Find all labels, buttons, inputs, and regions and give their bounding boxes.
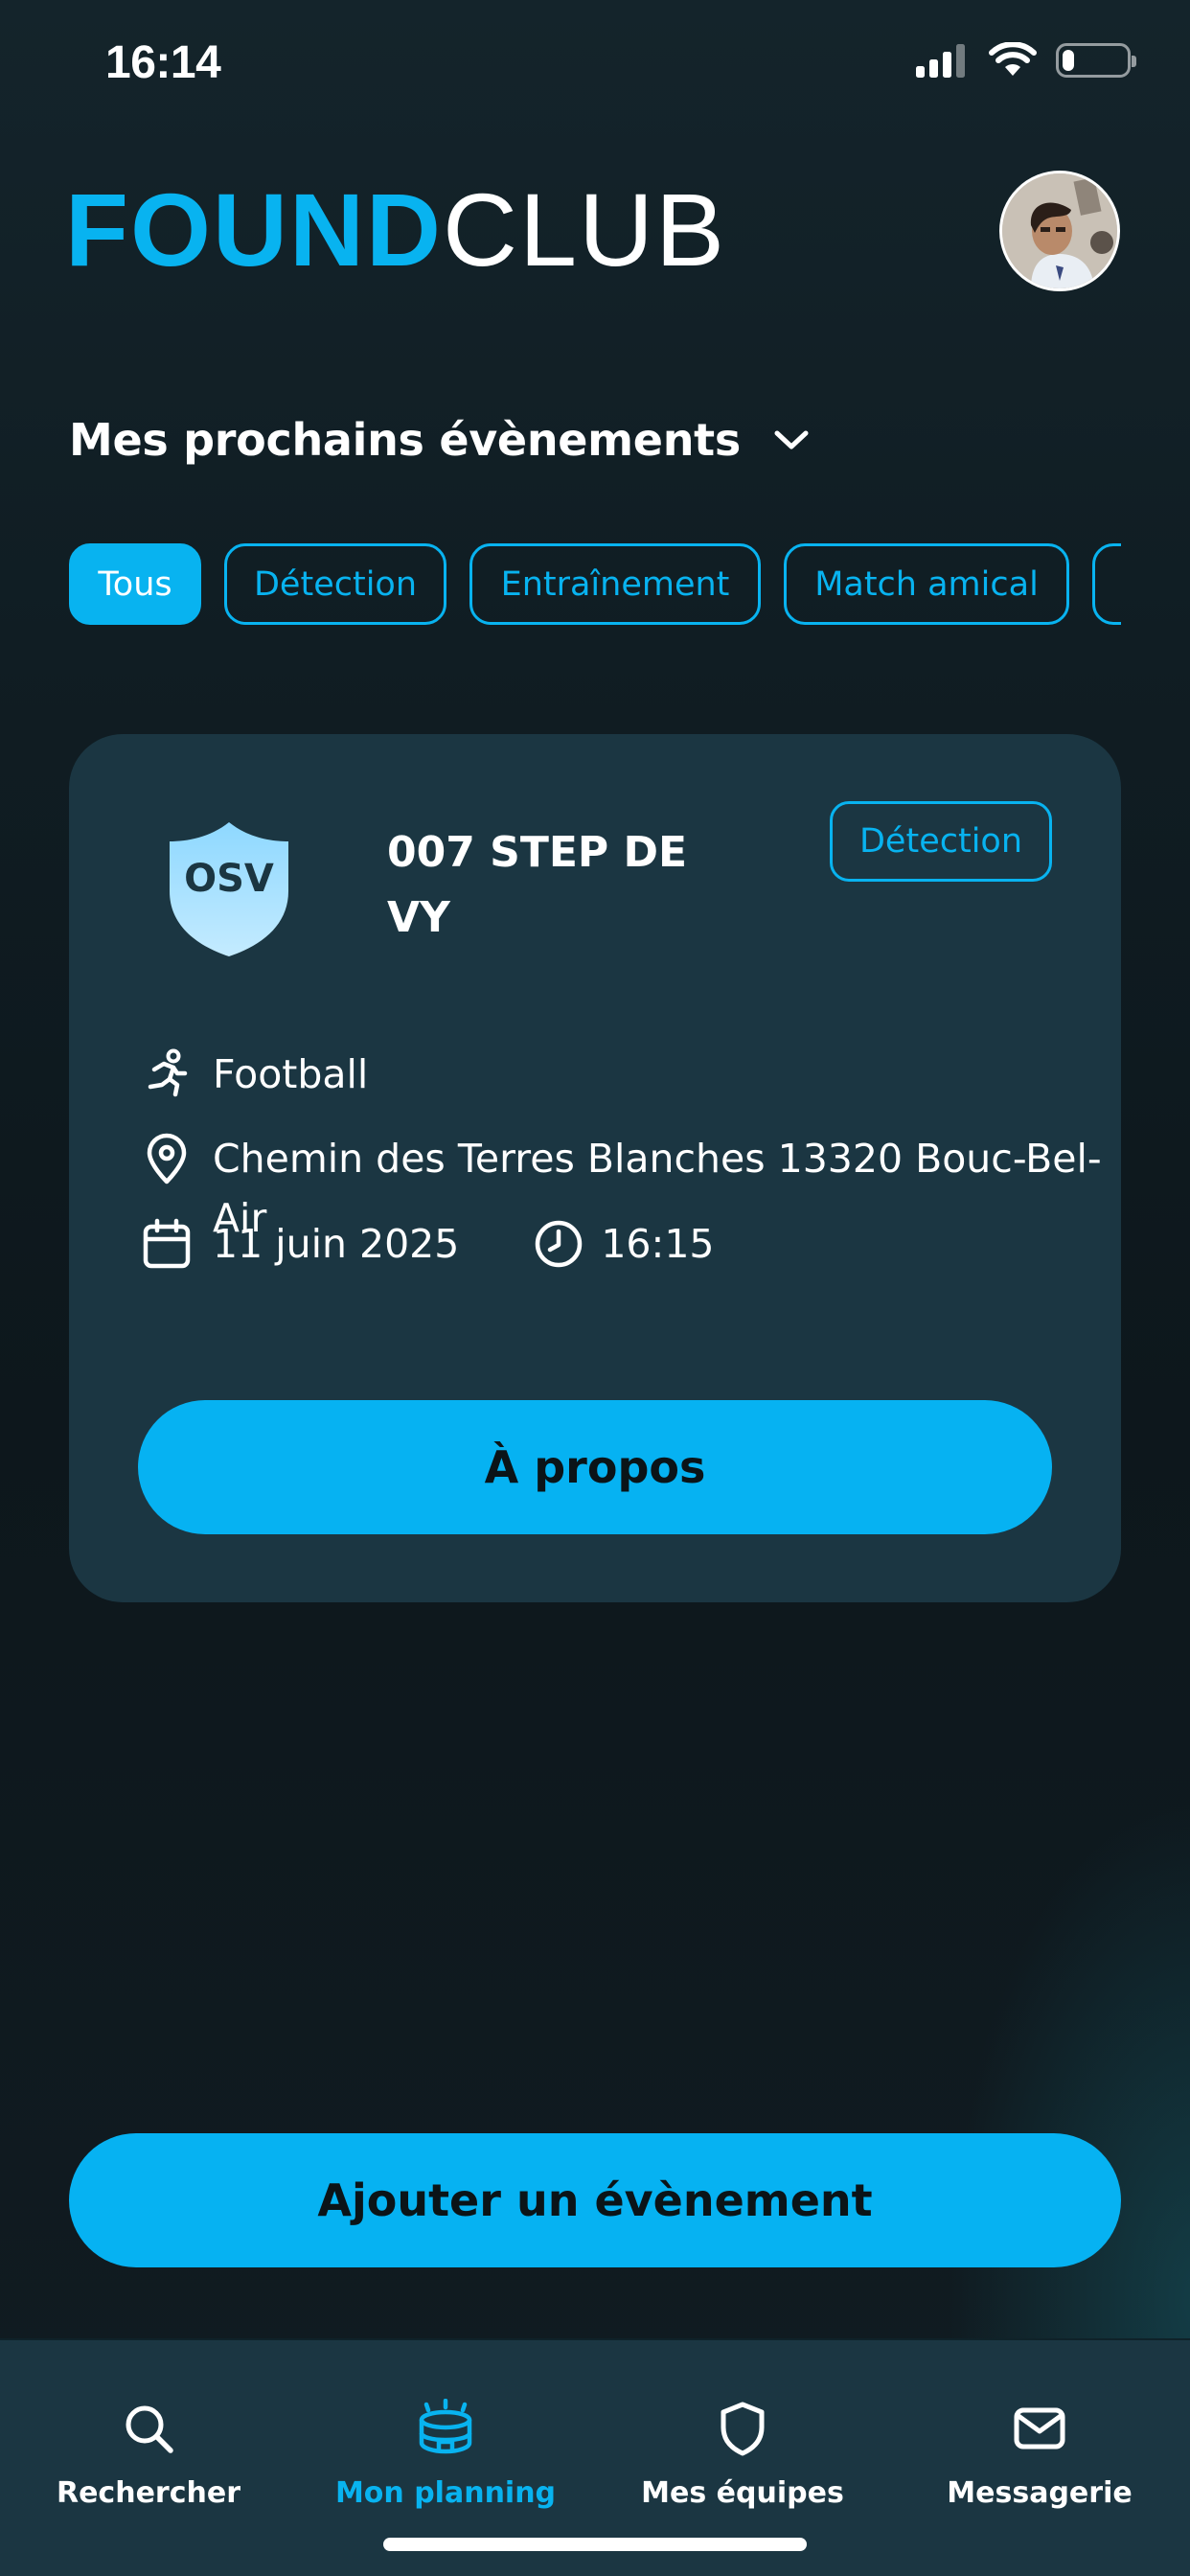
event-card[interactable]: OSV 007 STEP DE VY Détection Football Ch… [69,734,1121,1602]
app-logo: FOUNDCLUB [65,177,726,283]
battery-level [1063,50,1074,71]
avatar-photo-icon [1002,173,1117,288]
filter-chip-match-amical[interactable]: Match amical [784,543,1069,625]
battery-icon [1056,43,1136,78]
tab-mon-planning[interactable]: Mon planning [297,2398,594,2510]
event-time: 16:15 [601,1221,715,1267]
events-section-header[interactable]: Mes prochains évènements [69,414,810,466]
mail-icon [1009,2398,1070,2459]
filter-chip-tous[interactable]: Tous [69,543,201,625]
tab-label-mon-planning: Mon planning [334,2476,557,2510]
calendar-icon [140,1214,194,1274]
tab-rechercher[interactable]: Rechercher [0,2398,297,2510]
signal-icon [916,44,965,78]
event-time-group: 16:15 [532,1214,715,1274]
tab-label-messagerie: Messagerie [947,2476,1133,2510]
filter-chip-more[interactable] [1092,543,1121,625]
user-avatar[interactable] [999,171,1120,291]
event-sport: Football [213,1051,369,1097]
tab-messagerie[interactable]: Messagerie [891,2398,1188,2510]
add-event-button[interactable]: Ajouter un évènement [69,2133,1121,2267]
tab-label-mes-equipes: Mes équipes [641,2476,844,2510]
event-filter-bar: Tous Détection Entraînement Match amical [69,543,1121,625]
filter-chip-entrainement[interactable]: Entraînement [469,543,761,625]
about-button[interactable]: À propos [138,1400,1052,1534]
section-title: Mes prochains évènements [69,414,741,466]
event-sport-row: Football [140,1045,368,1104]
chevron-down-icon[interactable] [773,428,810,451]
event-date: 11 juin 2025 [213,1221,460,1267]
search-icon [118,2398,179,2459]
logo-found: FOUND [65,172,443,288]
location-pin-icon [140,1129,194,1188]
filter-chip-detection[interactable]: Détection [224,543,446,625]
tab-mes-equipes[interactable]: Mes équipes [594,2398,891,2510]
screen: 16:14 FOUNDCLUB Mes prochains évènements… [0,0,1190,2576]
logo-club: CLUB [442,172,727,288]
running-icon [140,1045,194,1104]
status-icons [916,42,1136,79]
event-datetime-row: 11 juin 2025 16:15 [140,1214,715,1274]
clock-icon [532,1214,585,1274]
club-shield-logo: OSV [170,822,288,956]
stadium-icon [415,2398,476,2459]
club-badge-text: OSV [184,857,274,901]
shield-icon [712,2398,773,2459]
wifi-icon [989,42,1037,76]
status-time: 16:14 [105,37,221,88]
tab-label-rechercher: Rechercher [56,2476,240,2510]
event-title: 007 STEP DE VY [387,828,688,942]
home-indicator [383,2538,807,2551]
event-type-badge: Détection [830,801,1052,882]
